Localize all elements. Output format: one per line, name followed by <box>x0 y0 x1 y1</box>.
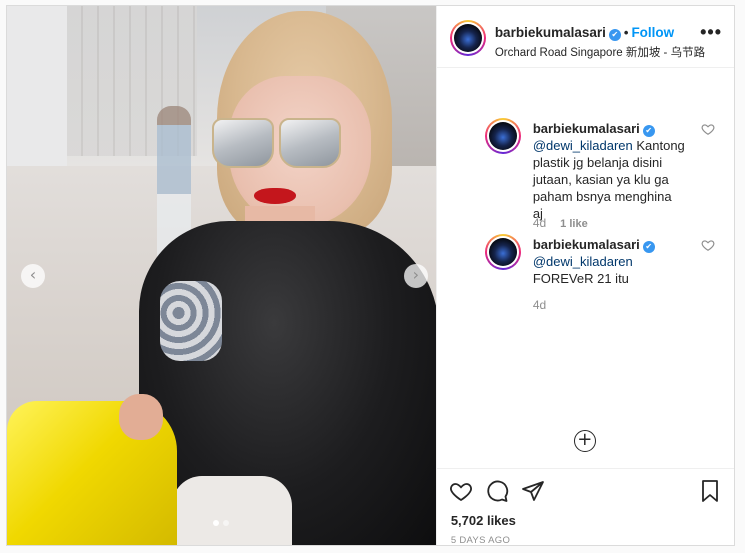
comment-username[interactable]: barbiekumalasari <box>533 237 640 252</box>
comment-likes[interactable]: 1 like <box>560 218 588 230</box>
comment-meta: 4d 1 like <box>533 216 588 230</box>
comment-mention[interactable]: @dewi_kiladaren <box>533 254 633 269</box>
comment-body: barbiekumalasari ✔ @dewi_kiladaren Kanton… <box>533 120 685 222</box>
carousel-dots <box>7 513 436 531</box>
post-timestamp[interactable]: 5 DAYS AGO <box>451 535 510 546</box>
comment-username[interactable]: barbiekumalasari <box>533 121 640 136</box>
carousel-prev-button[interactable]: ‹ <box>21 264 45 288</box>
follow-button[interactable]: Follow <box>631 25 674 40</box>
comment-avatar[interactable] <box>484 234 521 270</box>
post-side-panel: barbiekumalasari ✔ • Follow Orchard Road Si… <box>435 6 734 548</box>
carousel-dot <box>223 520 230 526</box>
post-card: ‹ › barbiekumalasari ✔ • Follow Orchard Roa… <box>6 5 735 546</box>
likes-count[interactable]: 5,702 likes <box>451 513 516 528</box>
more-options-icon[interactable]: ••• <box>700 22 722 43</box>
photo-sunglasses-right <box>279 118 341 168</box>
author-username-row: barbiekumalasari ✔ • Follow <box>495 25 674 41</box>
comment-like-icon[interactable] <box>701 238 715 252</box>
comment-age[interactable]: 4d <box>533 298 546 312</box>
verified-icon: ✔ <box>642 241 655 253</box>
post-location[interactable]: Orchard Road Singapore 新加坡 - 乌节路 <box>495 44 705 60</box>
comments-list: barbiekumalasari ✔ @dewi_kiladaren Kanton… <box>437 68 734 468</box>
comment-like-icon[interactable] <box>701 122 715 136</box>
verified-icon: ✔ <box>608 29 621 41</box>
post-photo[interactable]: ‹ › <box>7 6 436 545</box>
author-username[interactable]: barbiekumalasari <box>495 25 606 40</box>
share-icon[interactable] <box>521 479 545 503</box>
like-icon[interactable] <box>449 479 473 503</box>
comment-body: barbiekumalasari ✔ @dewi_kiladaren FOREVe… <box>533 236 685 287</box>
header-separator: • <box>623 25 629 40</box>
photo-sunglasses-left <box>212 118 274 168</box>
load-more-comments-icon[interactable]: + <box>573 430 596 452</box>
carousel-dot <box>213 520 220 526</box>
verified-icon: ✔ <box>642 125 655 137</box>
author-avatar[interactable] <box>449 20 486 56</box>
comment-icon[interactable] <box>485 479 509 503</box>
comment-mention[interactable]: @dewi_kiladaren <box>533 138 633 153</box>
photo-bg-wall <box>7 6 67 166</box>
comment-meta: 4d <box>533 298 546 312</box>
comment-age[interactable]: 4d <box>533 216 546 230</box>
comment-text: FOREVeR 21 itu <box>532 271 629 286</box>
carousel-next-button[interactable]: › <box>403 264 428 288</box>
bookmark-icon[interactable] <box>698 479 722 503</box>
photo-lips <box>254 188 296 204</box>
comment-avatar[interactable] <box>484 118 521 154</box>
post-header: barbiekumalasari ✔ • Follow Orchard Road Si… <box>436 6 734 68</box>
photo-top <box>172 476 292 545</box>
post-actions: 5,702 likes 5 DAYS AGO <box>436 468 734 548</box>
photo-shirt <box>160 281 222 361</box>
photo-hand <box>119 394 163 440</box>
